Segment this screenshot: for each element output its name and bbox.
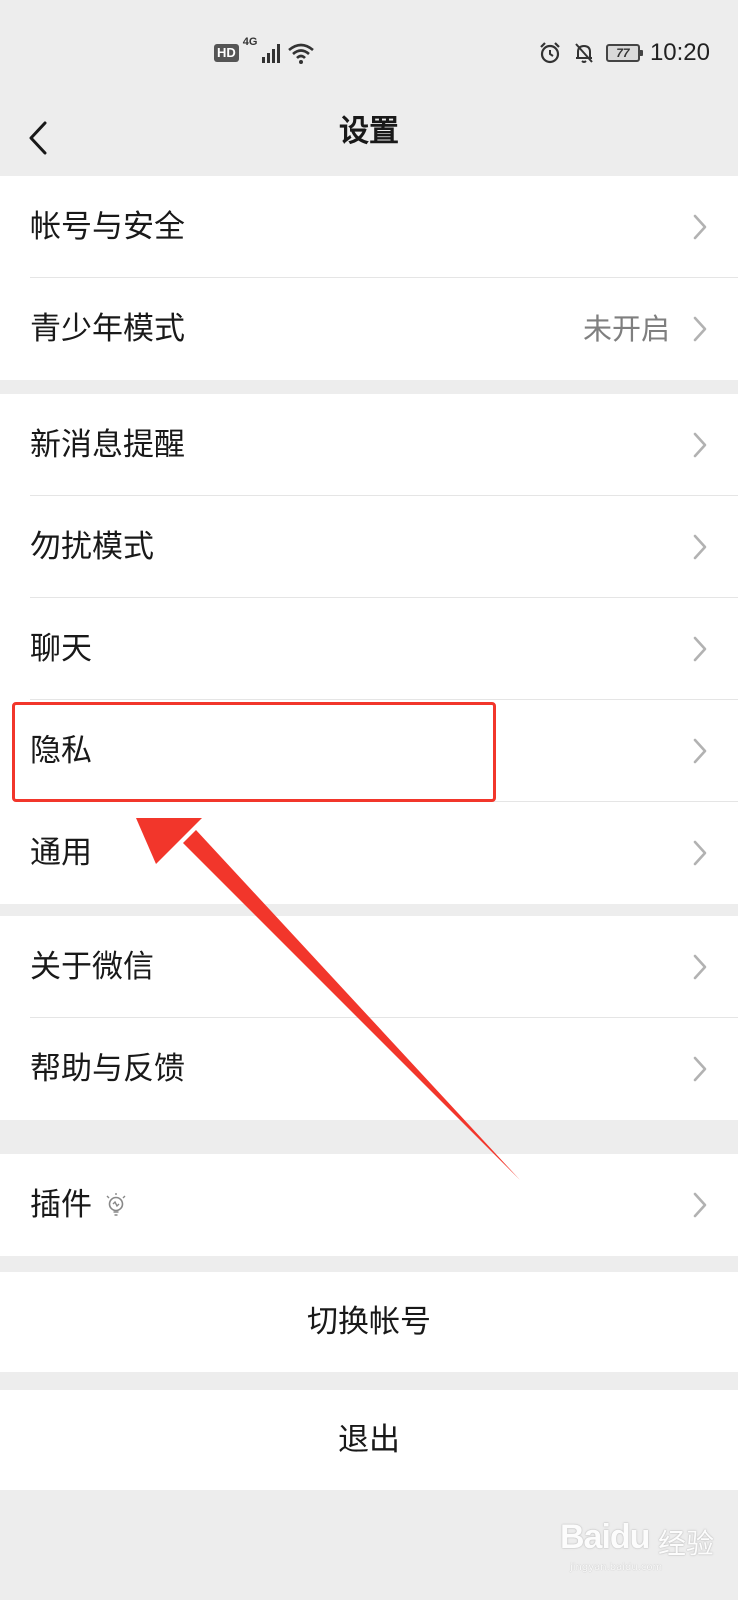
- watermark-brand: Baidu: [560, 1518, 650, 1556]
- watermark-cn: 经验: [658, 1527, 715, 1560]
- annotation-arrow: [136, 818, 520, 1180]
- watermark-url: jingyan.baidu.com: [570, 1562, 663, 1573]
- baidu-watermark: Baidu 经验 jingyan.baidu.com: [540, 1508, 720, 1578]
